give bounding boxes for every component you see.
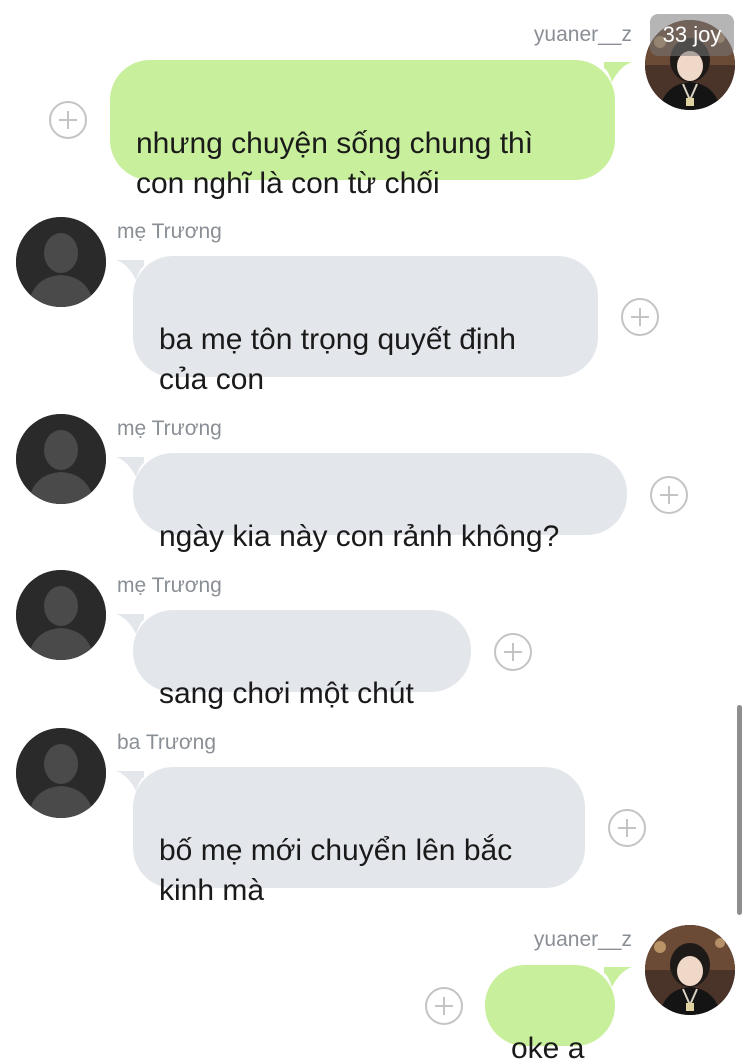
sender-name: ba Trương [117,731,217,754]
watermark-badge: 33 joy [650,14,734,56]
person-silhouette-icon [16,570,106,660]
contact-avatar[interactable] [16,217,106,307]
message-bubble[interactable]: ba mẹ tôn trọng quyết định của con [133,256,598,396]
message-text: oke ạ [511,1032,585,1059]
message-incoming: ba Trương bố mẹ mới chuyển lên bắc kinh … [0,710,750,910]
bubble-tail [604,62,632,82]
message-bubble[interactable]: sang chơi một chút [133,610,471,710]
message-text: ba mẹ tôn trọng quyết định của con [159,323,516,396]
message-text: ngày kia này con rảnh không? [159,520,560,553]
person-silhouette-icon [16,414,106,504]
scrollbar-thumb[interactable] [737,705,742,915]
message-bubble[interactable]: nhưng chuyện sống chung thì con nghĩ là … [110,60,615,200]
contact-avatar[interactable] [16,570,106,660]
message-bubble[interactable]: ngày kia này con rảnh không? [133,453,627,553]
contact-avatar[interactable] [16,414,106,504]
sender-name: mẹ Trương [117,417,222,440]
message-incoming: mẹ Trương ngày kia này con rảnh không? [0,390,750,553]
add-reaction-button[interactable] [608,809,646,847]
person-silhouette-icon [16,728,106,818]
add-reaction-button[interactable] [49,101,87,139]
add-reaction-button[interactable] [425,987,463,1025]
sender-name: yuaner__z [533,23,632,46]
message-incoming: mẹ Trương ba mẹ tôn trọng quyết định của… [0,190,750,396]
message-bubble[interactable]: bố mẹ mới chuyển lên bắc kinh mà [133,767,585,907]
add-reaction-button[interactable] [621,298,659,336]
message-outgoing: yuaner__z nhưng chuyện sống chung thì co… [0,0,750,200]
message-incoming: mẹ Trương sang chơi một chút [0,550,750,710]
contact-avatar[interactable] [16,728,106,818]
sender-name: mẹ Trương [117,220,222,243]
add-reaction-button[interactable] [650,476,688,514]
chat-screen: yuaner__z nhưng chuyện sống chung thì co… [0,0,750,1059]
message-bubble[interactable]: oke ạ [485,965,615,1059]
person-silhouette-icon [16,217,106,307]
user-avatar-image [645,925,735,1015]
add-reaction-button[interactable] [494,633,532,671]
sender-name: mẹ Trương [117,574,222,597]
message-outgoing: yuaner__z oke ạ [0,910,750,1059]
bubble-tail [604,967,632,987]
sender-name: yuaner__z [533,928,632,951]
user-avatar[interactable] [645,925,735,1015]
message-text: bố mẹ mới chuyển lên bắc kinh mà [159,834,513,907]
message-text: sang chơi một chút [159,677,414,710]
